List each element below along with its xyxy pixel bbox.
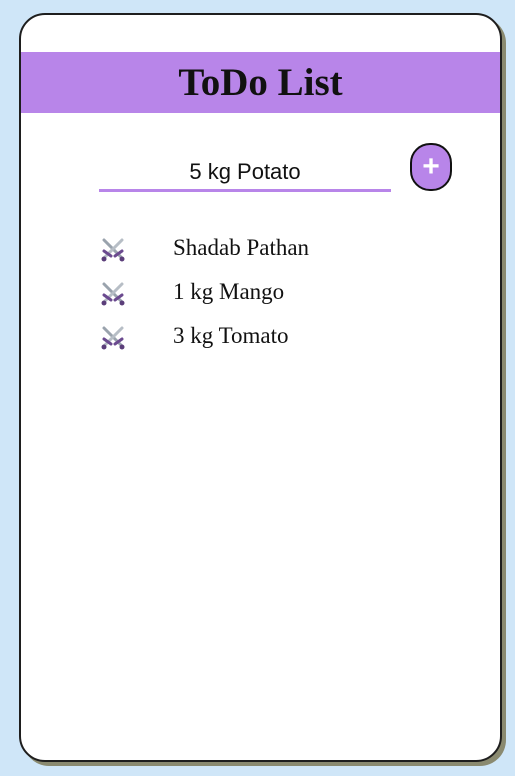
header-bar: ToDo List xyxy=(21,52,500,113)
page-title: ToDo List xyxy=(178,61,343,104)
list-item-text: Shadab Pathan xyxy=(173,235,310,260)
list-item: Shadab Pathan xyxy=(21,229,500,273)
add-button[interactable]: + xyxy=(410,143,452,191)
list-item: 3 kg Tomato xyxy=(21,317,500,361)
crossed-swords-icon[interactable] xyxy=(99,325,127,351)
crossed-swords-icon[interactable] xyxy=(99,237,127,263)
todo-input[interactable] xyxy=(99,155,391,192)
list-item-text: 3 kg Tomato xyxy=(173,323,289,348)
list-item-text: 1 kg Mango xyxy=(173,279,285,304)
crossed-swords-icon[interactable] xyxy=(99,281,127,307)
list-item: 1 kg Mango xyxy=(21,273,500,317)
todo-list: Shadab Pathan 1 kg Mango 3 kg Tomato xyxy=(21,229,500,361)
todo-card: ToDo List + Shadab Pathan xyxy=(19,13,502,762)
input-row: + xyxy=(21,143,500,203)
